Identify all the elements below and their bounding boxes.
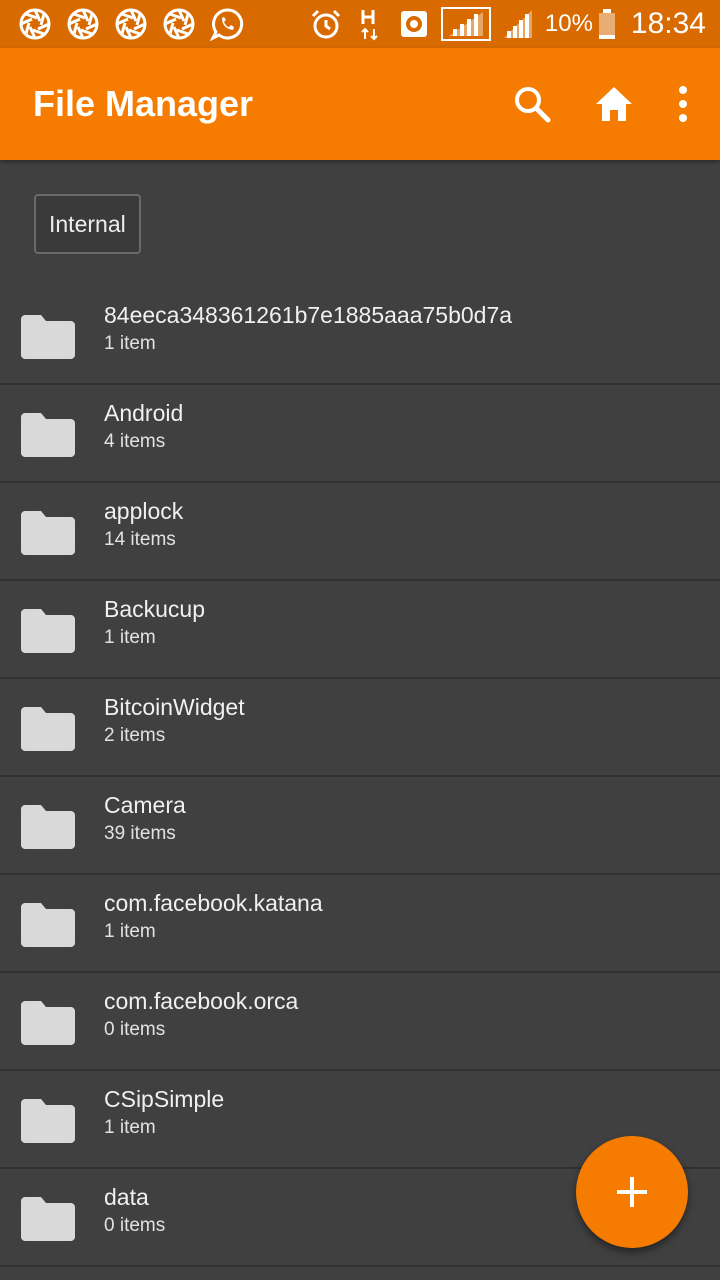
file-name: com.facebook.katana: [104, 890, 323, 916]
alarm-clock-icon: [311, 9, 340, 39]
battery-percent: 10%: [544, 10, 593, 37]
add-fab-button[interactable]: [576, 1136, 688, 1248]
list-item[interactable]: com.facebook.katana 1 item: [0, 875, 720, 973]
file-name: com.facebook.orca: [104, 988, 299, 1014]
app-title: File Manager: [33, 83, 254, 124]
folder-icon: [21, 1099, 75, 1143]
file-item-count: 1 item: [104, 333, 156, 354]
file-item-count: 0 items: [104, 1215, 166, 1236]
more-vert-icon: [679, 86, 687, 122]
list-item[interactable]: Camera 39 items: [0, 777, 720, 875]
list-item-text: com.facebook.orca 0 items: [104, 986, 298, 1044]
file-list: 84eeca348361261b7e1885aaa75b0d7a 1 item …: [0, 287, 720, 1267]
file-item-count: 1 item: [104, 627, 156, 648]
file-name: Android: [104, 400, 184, 426]
list-item[interactable]: Backucup 1 item: [0, 581, 720, 679]
folder-icon: [21, 609, 75, 653]
list-item-text: 84eeca348361261b7e1885aaa75b0d7a 1 item: [104, 300, 512, 358]
status-bar: 10% 18:34: [0, 0, 720, 48]
folder-icon: [21, 315, 75, 359]
folder-icon: [21, 707, 75, 751]
h-network-icon: [361, 10, 378, 41]
list-item-text: BitcoinWidget 2 items: [104, 692, 245, 750]
app-bar: File Manager: [0, 48, 720, 160]
battery-icon: [598, 9, 615, 39]
list-item-text: Backucup 1 item: [104, 594, 205, 652]
file-item-count: 39 items: [104, 823, 176, 844]
folder-icon: [21, 1197, 75, 1241]
folder-icon: [21, 1001, 75, 1045]
aperture-icon: [163, 8, 195, 40]
file-item-count: 1 item: [104, 1117, 156, 1138]
folder-icon: [21, 903, 75, 947]
folder-icon: [21, 413, 75, 457]
list-item[interactable]: com.facebook.orca 0 items: [0, 973, 720, 1071]
list-item[interactable]: 84eeca348361261b7e1885aaa75b0d7a 1 item: [0, 287, 720, 385]
aperture-icon: [67, 8, 99, 40]
more-options-button[interactable]: [668, 72, 698, 136]
list-item[interactable]: BitcoinWidget 2 items: [0, 679, 720, 777]
file-name: CSipSimple: [104, 1086, 225, 1112]
aperture-icon: [19, 8, 51, 40]
signal-bars-icon: [440, 7, 491, 41]
home-icon: [596, 87, 632, 121]
status-bar-system: 10% 18:34: [299, 7, 706, 41]
file-name: BitcoinWidget: [104, 694, 245, 720]
signal-bars-icon: [503, 10, 532, 38]
file-name: applock: [104, 498, 184, 524]
aperture-icon: [115, 8, 147, 40]
breadcrumb-internal-chip[interactable]: Internal: [34, 194, 141, 254]
list-item-text: applock 14 items: [104, 496, 183, 554]
search-icon: [515, 87, 551, 123]
list-item[interactable]: Android 4 items: [0, 385, 720, 483]
file-item-count: 0 items: [104, 1019, 166, 1040]
plus-icon: [617, 1177, 647, 1207]
list-item-text: CSipSimple 1 item: [104, 1084, 224, 1142]
file-item-count: 2 items: [104, 725, 166, 746]
file-name: Backucup: [104, 596, 206, 622]
list-item[interactable]: applock 14 items: [0, 483, 720, 581]
file-name: 84eeca348361261b7e1885aaa75b0d7a: [104, 302, 513, 328]
list-item-text: com.facebook.katana 1 item: [104, 888, 323, 946]
file-item-count: 1 item: [104, 921, 156, 942]
file-item-count: 4 items: [104, 431, 166, 452]
status-bar-notifications: [18, 7, 258, 41]
status-time: 18:34: [630, 7, 706, 40]
search-button[interactable]: [500, 72, 564, 136]
breadcrumb: Internal: [0, 160, 720, 288]
folder-icon: [21, 511, 75, 555]
file-name: data: [104, 1184, 149, 1210]
app-bar-actions: [482, 72, 720, 136]
file-name: Camera: [104, 792, 186, 818]
whatsapp-icon: [210, 8, 244, 41]
folder-icon: [21, 805, 75, 849]
list-item-text: Android 4 items: [104, 398, 183, 456]
list-item-text: data 0 items: [104, 1182, 165, 1240]
list-item-text: Camera 39 items: [104, 790, 186, 848]
home-button[interactable]: [582, 72, 646, 136]
file-item-count: 14 items: [104, 529, 176, 550]
vpn-icon: [400, 11, 427, 37]
